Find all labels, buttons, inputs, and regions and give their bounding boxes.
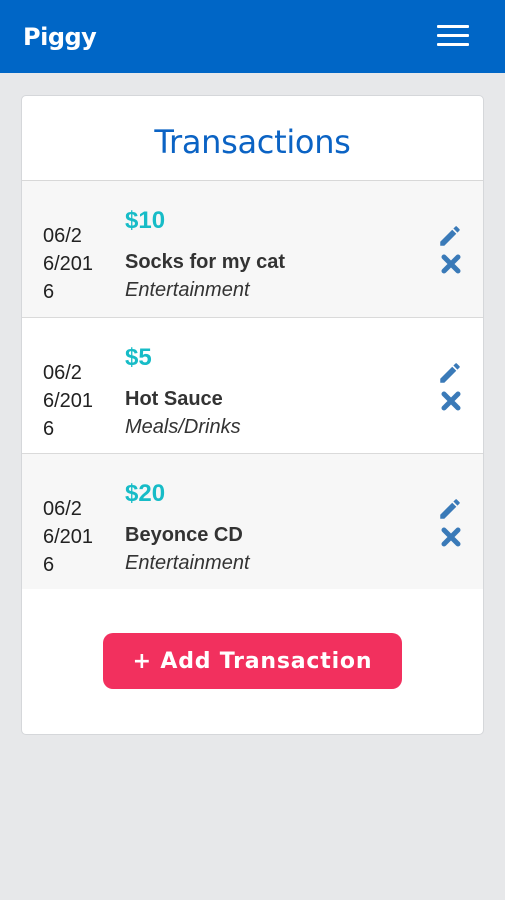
transaction-row: 06/26/2016 $20 Beyonce CD Entertainment bbox=[22, 453, 483, 589]
transaction-amount: $5 bbox=[125, 344, 152, 371]
transaction-name: Hot Sauce bbox=[125, 388, 223, 410]
transaction-date: 06/26/2016 bbox=[43, 498, 94, 576]
menu-bar-top bbox=[437, 25, 469, 28]
app-brand[interactable]: Piggy bbox=[23, 22, 97, 52]
pencil-icon[interactable] bbox=[437, 496, 463, 522]
transaction-name: Beyonce CD bbox=[125, 524, 243, 546]
add-transaction-button[interactable]: + Add Transaction bbox=[103, 633, 402, 689]
menu-bar-middle bbox=[437, 34, 469, 37]
close-icon[interactable] bbox=[440, 253, 462, 275]
transaction-category: Entertainment bbox=[125, 279, 250, 301]
transaction-row: 06/26/2016 $10 Socks for my cat Entertai… bbox=[22, 181, 483, 317]
transaction-name: Socks for my cat bbox=[125, 251, 286, 273]
transaction-category: Meals/Drinks bbox=[125, 416, 241, 438]
top-navbar: Piggy bbox=[0, 0, 505, 73]
transaction-category: Entertainment bbox=[125, 552, 250, 574]
panel-heading: Transactions bbox=[22, 96, 483, 181]
pencil-icon[interactable] bbox=[437, 223, 463, 249]
transaction-date: 06/26/2016 bbox=[43, 362, 94, 440]
transaction-date: 06/26/2016 bbox=[43, 225, 94, 303]
page-title: Transactions bbox=[154, 123, 351, 161]
transaction-amount: $20 bbox=[125, 480, 166, 507]
close-icon[interactable] bbox=[440, 526, 462, 548]
transactions-panel: Transactions 06/26/2016 $10 Socks for my… bbox=[21, 95, 484, 735]
close-icon[interactable] bbox=[440, 390, 462, 412]
pencil-icon[interactable] bbox=[437, 360, 463, 386]
hamburger-menu-icon[interactable] bbox=[432, 20, 474, 52]
transaction-row: 06/26/2016 $5 Hot Sauce Meals/Drinks bbox=[22, 317, 483, 453]
transaction-amount: $10 bbox=[125, 207, 166, 234]
menu-bar-bottom bbox=[437, 43, 469, 46]
